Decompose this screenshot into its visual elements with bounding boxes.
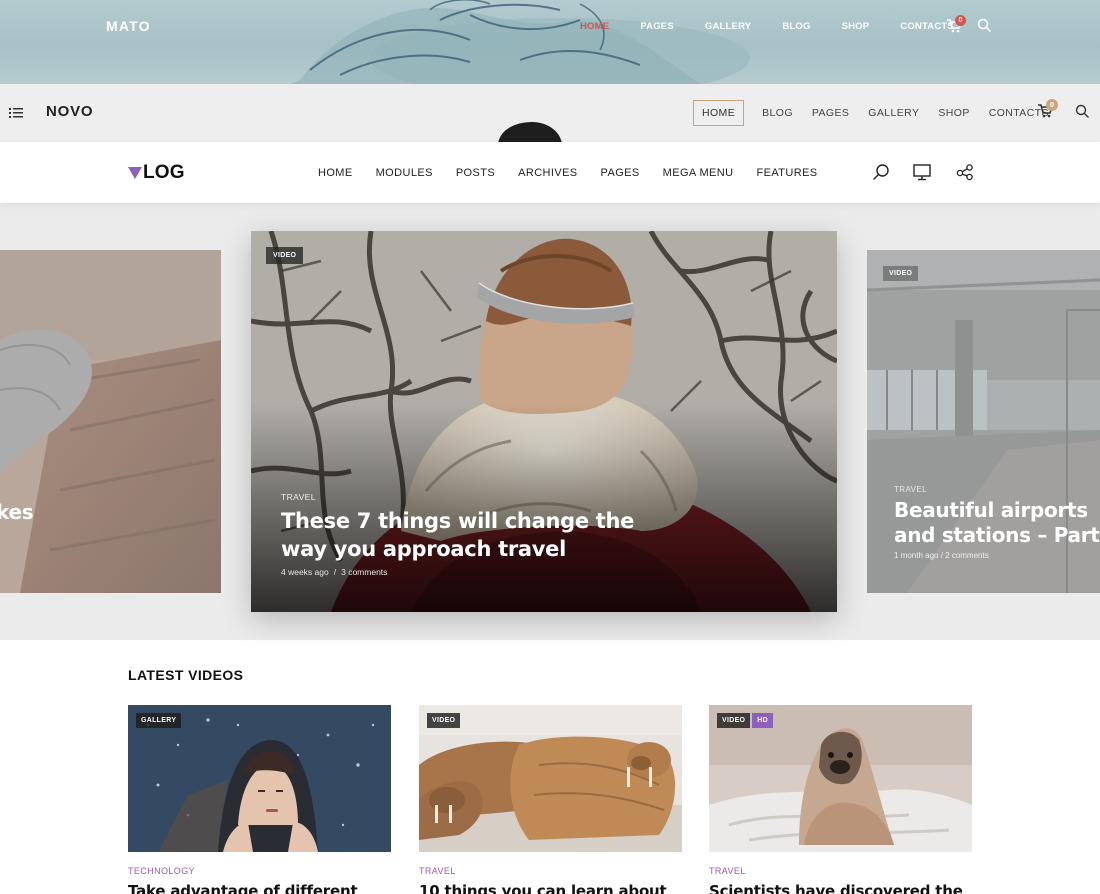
vlog-nav-archives[interactable]: ARCHIVES (518, 167, 577, 179)
vlog-nav-modules[interactable]: MODULES (376, 167, 433, 179)
novo-nav-gallery[interactable]: GALLERY (868, 101, 919, 125)
badge-group: VIDEO HD (717, 713, 775, 728)
card-category[interactable]: TECHNOLOGY (128, 866, 391, 876)
meta-separator: / (333, 567, 337, 577)
search-icon[interactable] (977, 18, 992, 33)
slide-category[interactable]: TRAVEL (894, 485, 927, 494)
cart-count-badge: 0 (1046, 99, 1058, 111)
video-thumbnail[interactable]: GALLERY (128, 705, 391, 852)
section-heading: LATEST VIDEOS (128, 667, 244, 683)
comments-link[interactable]: 3 comments (341, 567, 387, 577)
header-background-image (498, 122, 562, 142)
card-category[interactable]: TRAVEL (419, 866, 682, 876)
vlog-nav-pages[interactable]: PAGES (601, 167, 640, 179)
vlog-nav-mega-menu[interactable]: MEGA MENU (663, 167, 734, 179)
menu-list-icon[interactable] (9, 107, 23, 119)
vlog-main-nav: HOME MODULES POSTS ARCHIVES PAGES MEGA M… (318, 167, 841, 179)
slide-next[interactable]: VIDEO TRAVEL Beautiful airports and stat… (867, 250, 1100, 593)
card-title[interactable]: 10 things you can learn about (419, 882, 682, 894)
logo-triangle-icon (128, 167, 142, 179)
novo-nav-shop[interactable]: SHOP (938, 101, 969, 125)
slide-title[interactable]: kes (0, 500, 34, 524)
logo-text: LOG (143, 162, 185, 183)
video-badge: VIDEO (427, 713, 461, 728)
slide-previous[interactable]: kes (0, 250, 221, 593)
slide-category[interactable]: TRAVEL (281, 492, 316, 502)
novo-main-nav: HOME BLOG PAGES GALLERY SHOP CONTACTS (693, 100, 1068, 126)
video-thumbnail[interactable]: VIDEO HD (709, 705, 972, 852)
hd-badge: HD (752, 713, 774, 728)
vlog-nav-features[interactable]: FEATURES (756, 167, 817, 179)
vlog-nav-posts[interactable]: POSTS (456, 167, 495, 179)
site-logo[interactable]: LOG (128, 162, 185, 184)
video-card[interactable]: VIDEO TRAVEL 10 things you can learn abo… (419, 705, 682, 894)
search-icon[interactable] (1075, 104, 1090, 119)
card-category[interactable]: TRAVEL (709, 866, 972, 876)
monitor-icon[interactable] (913, 163, 931, 181)
slide-meta: 1 month ago / 2 comments (894, 551, 989, 560)
novo-nav-pages[interactable]: PAGES (812, 101, 849, 125)
novo-nav-blog[interactable]: BLOG (762, 101, 793, 125)
novo-header: NOVO HOME BLOG PAGES GALLERY SHOP CONTAC… (0, 84, 1100, 142)
card-title[interactable]: Scientists have discovered the (709, 882, 972, 894)
video-badge: VIDEO (717, 713, 751, 728)
slide-title[interactable]: These 7 things will change the way you a… (281, 507, 661, 563)
video-card[interactable]: VIDEO HD TRAVEL Scientists have discover… (709, 705, 972, 894)
slide-meta: 4 weeks ago / 3 comments (281, 567, 387, 577)
mato-nav-pages[interactable]: PAGES (640, 21, 674, 32)
gallery-badge: GALLERY (136, 713, 182, 728)
share-icon[interactable] (956, 163, 974, 181)
search-icon[interactable] (872, 163, 890, 181)
mato-nav-blog[interactable]: BLOG (782, 21, 810, 32)
mato-header: MATO HOME PAGES GALLERY BLOG SHOP CONTAC… (0, 0, 1100, 84)
slide-title[interactable]: Beautiful airports and stations – Part 1 (894, 498, 1100, 548)
card-title[interactable]: Take advantage of different (128, 882, 391, 894)
header-background-image (290, 0, 750, 84)
novo-nav-home[interactable]: HOME (693, 100, 745, 126)
video-thumbnail[interactable]: VIDEO (419, 705, 682, 852)
badge-group: VIDEO (427, 713, 462, 728)
mato-nav-shop[interactable]: SHOP (842, 21, 870, 32)
badge-group: GALLERY (136, 713, 183, 728)
vlog-nav-home[interactable]: HOME (318, 167, 353, 179)
mato-nav-home[interactable]: HOME (580, 21, 609, 32)
site-logo[interactable]: MATO (106, 18, 151, 34)
mato-main-nav: HOME PAGES GALLERY BLOG SHOP CONTACTS (580, 21, 985, 32)
site-logo[interactable]: NOVO (46, 103, 93, 120)
video-badge: VIDEO (883, 266, 919, 281)
slide-dim-overlay (0, 250, 221, 593)
slide-current[interactable]: VIDEO TRAVEL These 7 things will change … (251, 231, 837, 612)
post-time: 4 weeks ago (281, 567, 329, 577)
video-badge: VIDEO (266, 247, 304, 264)
cart-count-badge: 0 (955, 15, 966, 26)
video-card[interactable]: GALLERY TECHNOLOGY Take advantage of dif… (128, 705, 391, 894)
vlog-header: LOG HOME MODULES POSTS ARCHIVES PAGES ME… (0, 142, 1100, 203)
mato-nav-gallery[interactable]: GALLERY (705, 21, 751, 32)
